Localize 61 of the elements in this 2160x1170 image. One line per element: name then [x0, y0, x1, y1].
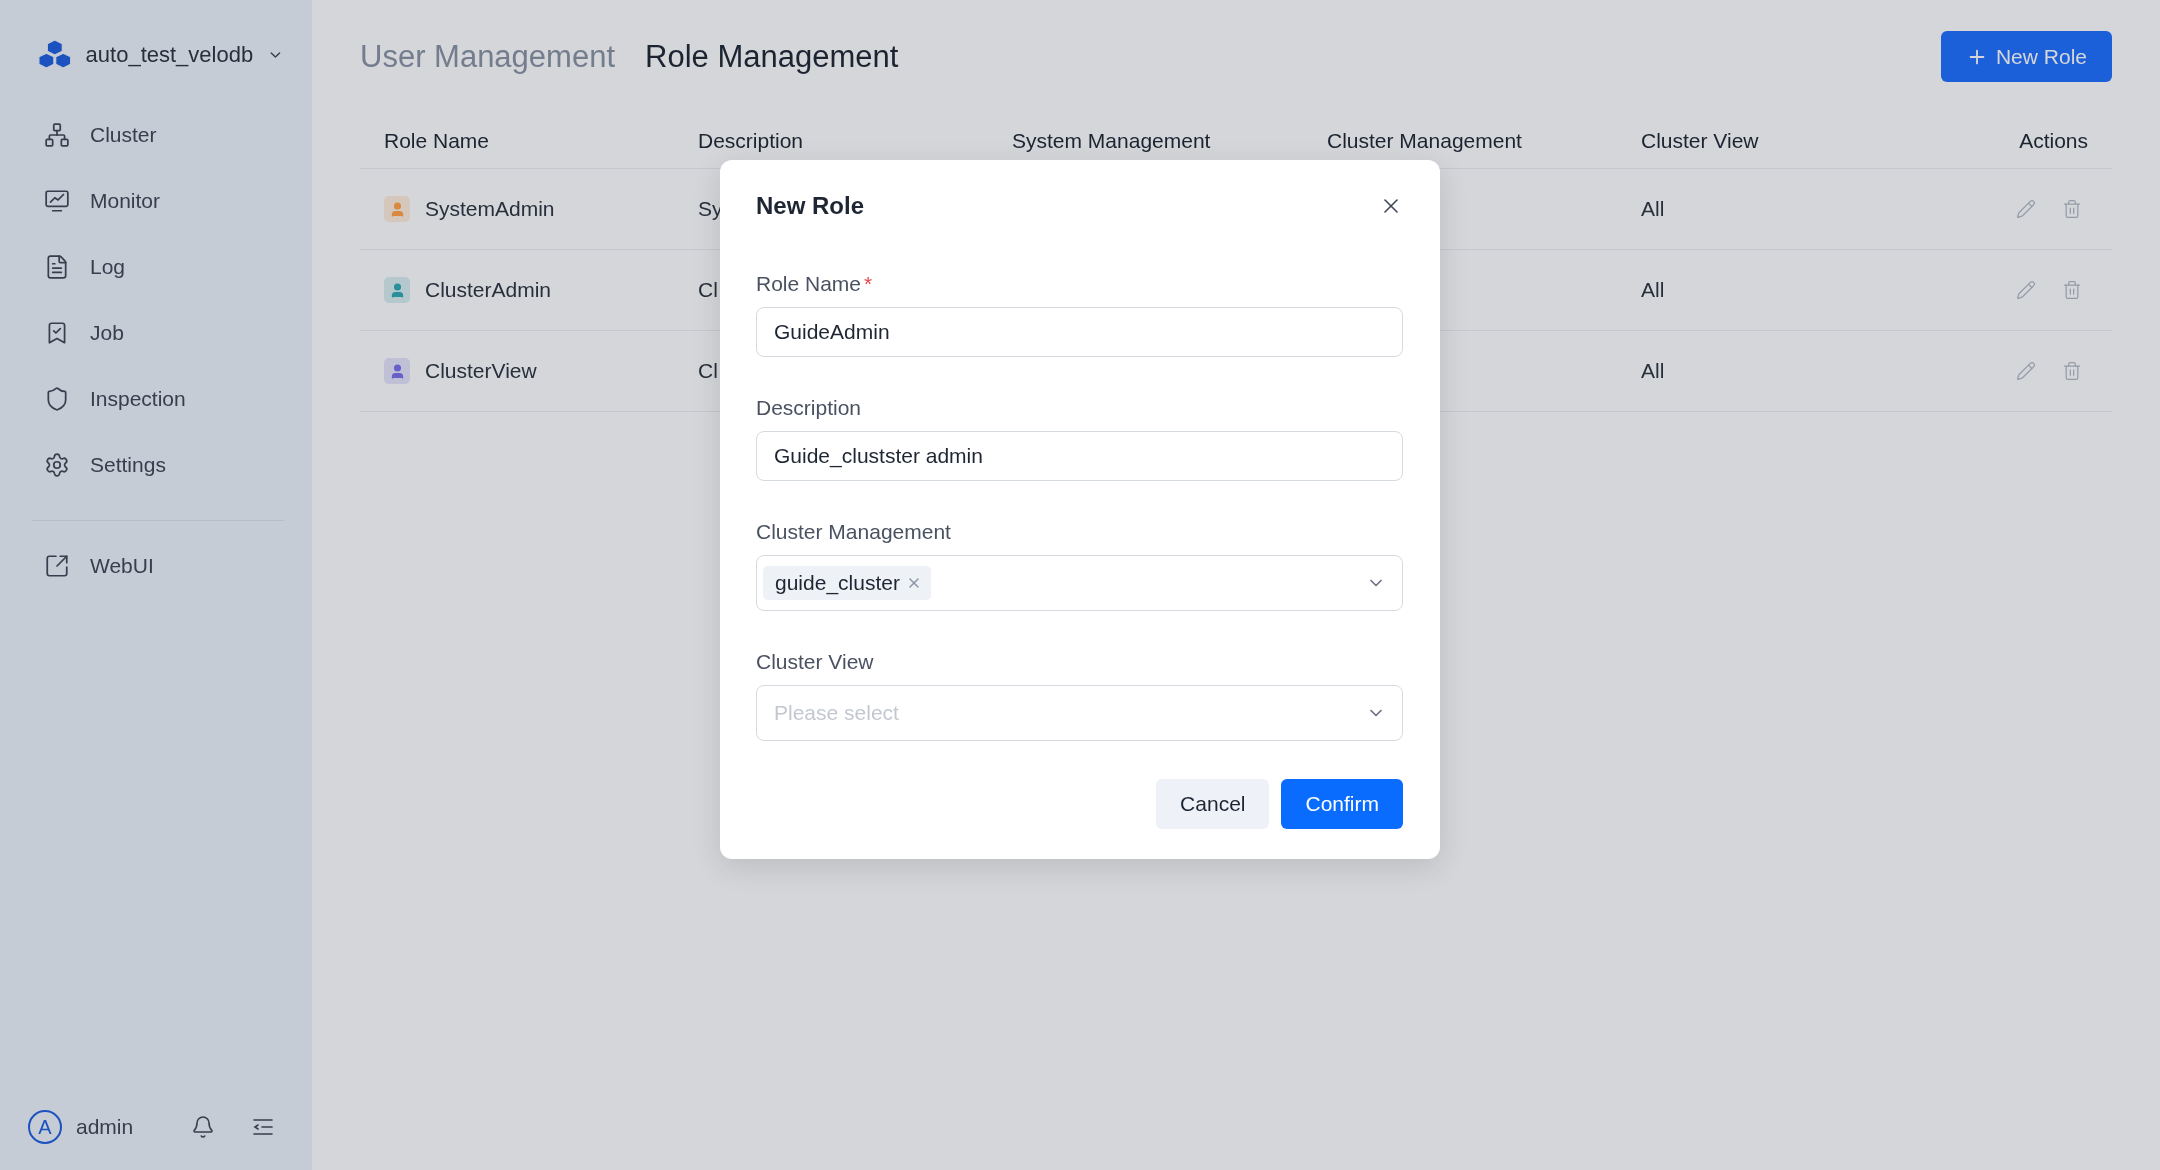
column-header: System Management	[1011, 129, 1212, 153]
external-link-icon	[44, 553, 70, 579]
notifications-button[interactable]	[191, 1115, 216, 1139]
pencil-icon	[2016, 361, 2036, 381]
dialog-title: New Role	[756, 192, 865, 220]
bell-icon	[191, 1115, 216, 1139]
sidebar-item[interactable]: Monitor	[28, 168, 284, 234]
table-cell: SystemAdmin	[425, 197, 555, 221]
trash-icon	[2062, 199, 2082, 219]
text-input-field[interactable]: Guide_clustster admin	[756, 431, 1403, 481]
pencil-icon	[2016, 280, 2036, 300]
selected-tag[interactable]: guide_cluster	[763, 566, 931, 600]
role-user-icon	[384, 277, 410, 303]
document-icon	[44, 254, 70, 280]
edit-button[interactable]	[2016, 280, 2036, 300]
multi-select-field[interactable]: guide_cluster	[756, 555, 1403, 611]
new-role-button[interactable]: New Role	[1940, 31, 2112, 82]
table-cell: All	[1641, 359, 1665, 383]
edit-button[interactable]	[2016, 199, 2036, 219]
column-header: Cluster Management	[1326, 129, 1523, 153]
trash-icon	[2062, 280, 2082, 300]
delete-button[interactable]	[2062, 199, 2082, 219]
field-label: Cluster Management	[756, 519, 952, 545]
table-cell: Cl	[698, 359, 718, 383]
settings-icon	[44, 452, 70, 478]
sidebar-link[interactable]: WebUI	[28, 533, 284, 599]
column-header: Actions	[2018, 129, 2089, 153]
workspace-name[interactable]: auto_test_velodb	[85, 42, 254, 68]
sidebar-item[interactable]: Log	[28, 234, 284, 300]
table-cell: ClusterAdmin	[425, 278, 552, 302]
field-label: Role Name*	[756, 271, 874, 297]
shield-icon	[44, 386, 70, 412]
cancel-button[interactable]: Cancel	[1156, 779, 1270, 829]
role-user-icon	[384, 358, 410, 384]
column-header: Description	[697, 129, 805, 153]
sidebar-item[interactable]: Cluster	[28, 102, 284, 168]
table-cell: ClusterView	[425, 359, 537, 383]
role-user-icon	[384, 196, 410, 222]
user-name: admin	[76, 1115, 134, 1139]
trash-icon	[2062, 361, 2082, 381]
table-cell: Cl	[698, 278, 718, 302]
delete-button[interactable]	[2062, 361, 2082, 381]
column-header: Role Name	[383, 129, 491, 153]
delete-button[interactable]	[2062, 280, 2082, 300]
sidebar-item[interactable]: Settings	[28, 432, 284, 498]
field-label: Description	[756, 395, 863, 421]
sidebar-item[interactable]: Job	[28, 300, 284, 366]
text-input-field[interactable]: GuideAdmin	[756, 307, 1403, 357]
field-label: Cluster View	[756, 649, 875, 675]
user-avatar[interactable]: A	[28, 1110, 62, 1144]
edit-button[interactable]	[2016, 361, 2036, 381]
select-placeholder: Please select	[773, 701, 899, 725]
sidebar-item[interactable]: Inspection	[28, 366, 284, 432]
column-header: Cluster View	[1640, 129, 1760, 153]
network-icon	[44, 122, 70, 148]
table-cell: All	[1641, 278, 1665, 302]
table-cell: All	[1641, 197, 1665, 221]
confirm-button[interactable]: Confirm	[1281, 779, 1403, 829]
pencil-icon	[2016, 199, 2036, 219]
tab[interactable]: Role Management	[645, 38, 899, 75]
monitor-chart-icon	[44, 188, 70, 214]
